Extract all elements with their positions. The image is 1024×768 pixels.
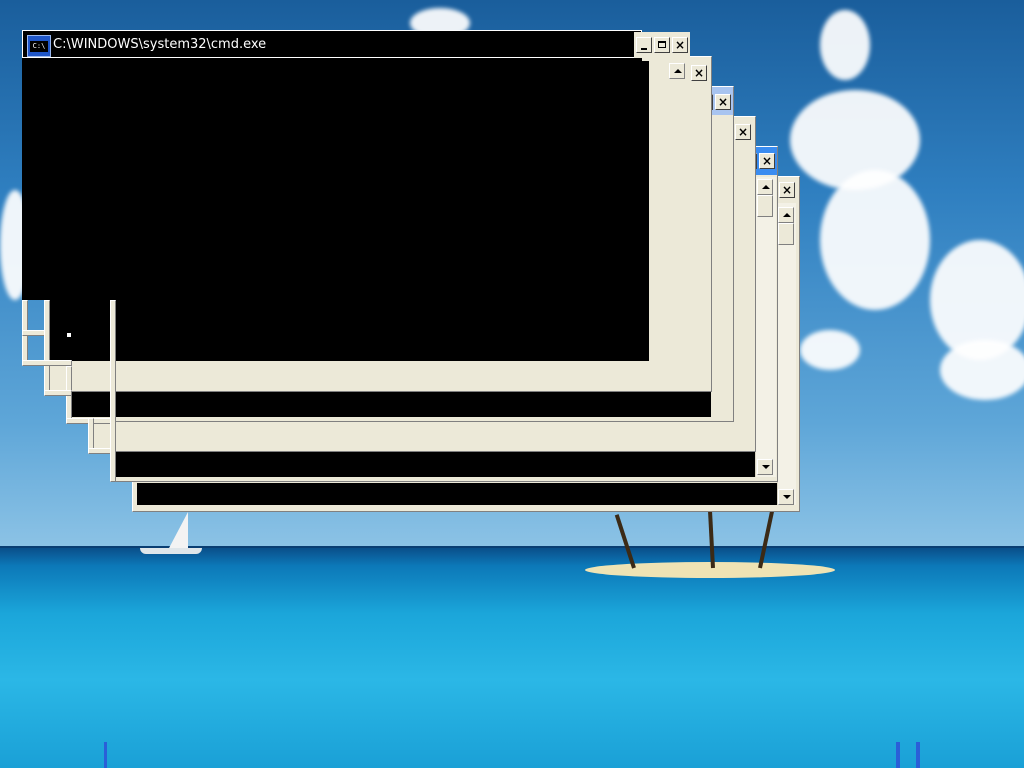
close-button[interactable]: × [759, 153, 775, 169]
scroll-thumb[interactable] [778, 223, 794, 245]
scroll-down-button[interactable] [778, 489, 794, 505]
window-edge [22, 360, 72, 366]
minimize-button[interactable] [636, 37, 652, 53]
vertical-scrollbar[interactable] [755, 177, 776, 477]
cloud [820, 10, 870, 80]
taskbar-fragment [916, 742, 920, 768]
sailboat-hull [140, 548, 202, 554]
console-window-active[interactable]: C:\ C:\WINDOWS\system32\cmd.exe × [22, 30, 690, 366]
window-edge [110, 300, 116, 482]
cloud [820, 170, 930, 310]
window-edge [88, 448, 112, 454]
cloud [940, 340, 1024, 400]
console-area[interactable] [137, 483, 777, 505]
title-bar[interactable]: C:\ C:\WINDOWS\system32\cmd.exe [22, 30, 642, 58]
window-edge [44, 300, 50, 394]
scroll-up-button[interactable] [757, 179, 773, 195]
close-button[interactable]: × [691, 65, 707, 81]
scroll-thumb[interactable] [757, 195, 773, 217]
sea [0, 548, 1024, 768]
close-button[interactable]: × [735, 124, 751, 140]
taskbar-fragment [104, 742, 107, 768]
vertical-scrollbar[interactable] [777, 203, 796, 505]
scroll-down-button[interactable] [757, 459, 773, 475]
console-icon[interactable]: C:\ [27, 35, 51, 57]
sailboat-sail [168, 512, 188, 550]
maximize-button[interactable] [654, 37, 670, 53]
scroll-up-button[interactable] [778, 207, 794, 223]
console-area[interactable] [22, 58, 642, 300]
window-edge [44, 390, 72, 396]
cloud [800, 330, 860, 370]
taskbar-fragment [896, 742, 900, 768]
close-button[interactable]: × [672, 37, 688, 53]
close-button[interactable]: × [715, 94, 731, 110]
window-edge [22, 330, 46, 336]
window-title: C:\WINDOWS\system32\cmd.exe [53, 37, 267, 52]
close-button[interactable]: × [779, 182, 795, 198]
